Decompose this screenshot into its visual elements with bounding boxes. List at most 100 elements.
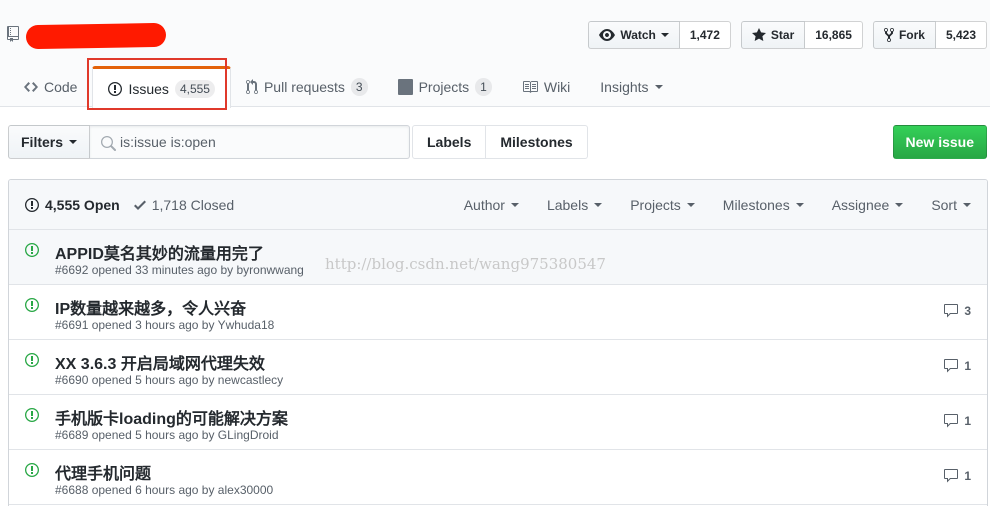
projects-count-badge: 1 (475, 77, 492, 96)
project-icon (397, 78, 413, 95)
eye-icon (599, 29, 616, 41)
caret-down-icon (686, 202, 695, 207)
redacted-repo-name (25, 22, 167, 50)
issue-opened-icon (25, 298, 39, 312)
caret-down-icon (963, 202, 971, 207)
labels-filter-label: Labels (546, 196, 589, 213)
filters-button[interactable]: Filters (8, 125, 91, 159)
tab-wiki[interactable]: Wiki (507, 66, 585, 107)
open-count: 4,555 Open (45, 196, 120, 213)
issue-states: 4,555 Open 1,718 Closed (25, 197, 234, 213)
comment-count: 3 (964, 304, 971, 318)
issue-row[interactable]: 代理手机问题 #6688 opened 6 hours ago by alex3… (9, 450, 987, 505)
assignee-filter[interactable]: Assignee (818, 197, 918, 213)
labels-milestones-group: Labels Milestones (412, 125, 588, 159)
pull-requests-count-badge: 3 (350, 77, 368, 96)
author-filter-label: Author (463, 196, 505, 213)
book-icon (522, 80, 538, 93)
milestones-filter-label: Milestones (722, 196, 790, 213)
check-icon (133, 200, 146, 210)
fork-label: Fork (898, 28, 925, 42)
star-icon (751, 28, 766, 41)
tab-pull-requests[interactable]: Pull requests 3 (231, 66, 383, 107)
labels-filter[interactable]: Labels (533, 197, 616, 213)
issue-opened-icon (25, 463, 39, 477)
issue-row[interactable]: XX 3.6.3 开启局域网代理失效 #6690 opened 5 hours … (9, 340, 987, 395)
closed-count: 1,718 Closed (151, 196, 235, 213)
tab-projects[interactable]: Projects 1 (383, 66, 507, 107)
tab-code-label: Code (44, 78, 78, 95)
caret-down-icon (654, 84, 663, 89)
issue-opened-icon (25, 408, 39, 422)
milestones-button[interactable]: Milestones (486, 125, 588, 159)
caret-down-icon (69, 140, 78, 144)
caret-down-icon (594, 202, 603, 207)
tab-pull-requests-label: Pull requests (263, 78, 345, 95)
issue-meta: #6691 opened 3 hours ago by Ywhuda18 (55, 318, 275, 332)
issue-search (90, 125, 411, 159)
comments-link[interactable]: 1 (943, 468, 971, 484)
milestones-filter[interactable]: Milestones (709, 197, 818, 213)
issue-opened-icon (25, 353, 39, 367)
tab-insights[interactable]: Insights (585, 66, 677, 107)
repo-actions: Watch 1,472 Star 16,865 Fork 5,423 (578, 21, 987, 49)
tab-projects-label: Projects (418, 78, 470, 95)
issues-list: 4,555 Open 1,718 Closed Author Labels Pr… (8, 179, 988, 506)
issue-meta: #6689 opened 5 hours ago by GLingDroid (55, 428, 279, 442)
open-issues-link[interactable]: 4,555 Open (25, 197, 120, 213)
issues-list-header: 4,555 Open 1,718 Closed Author Labels Pr… (9, 180, 987, 230)
pull-request-icon (245, 78, 258, 94)
search-input[interactable] (90, 126, 410, 158)
star-count[interactable]: 16,865 (805, 21, 863, 49)
sort-filter-label: Sort (931, 196, 957, 213)
issue-row[interactable]: 手机版卡loading的可能解决方案 #6689 opened 5 hours … (9, 395, 987, 450)
comment-icon (944, 414, 959, 428)
search-icon (101, 136, 117, 151)
tab-insights-label: Insights (600, 78, 649, 95)
caret-down-icon (895, 202, 904, 207)
tab-wiki-label: Wiki (543, 78, 571, 95)
assignee-filter-label: Assignee (831, 196, 890, 213)
fork-icon (883, 27, 894, 43)
watch-label: Watch (620, 28, 656, 42)
comment-icon (944, 359, 959, 373)
comment-icon (944, 304, 959, 318)
issue-title[interactable]: APPID莫名其妙的流量用完了 (55, 240, 264, 264)
issue-title[interactable]: IP数量越来越多，令人兴奋 (55, 295, 246, 319)
filters-label: Filters (21, 134, 64, 150)
filter-bar: Filters (8, 125, 411, 159)
issue-row[interactable]: APPID莫名其妙的流量用完了 #6692 opened 33 minutes … (9, 230, 987, 285)
watch-group: Watch 1,472 (588, 21, 731, 49)
star-button[interactable]: Star (740, 21, 806, 49)
comment-count: 1 (964, 469, 971, 483)
caret-down-icon (660, 33, 669, 37)
sort-filter[interactable]: Sort (917, 197, 971, 213)
projects-filter-label: Projects (630, 196, 681, 213)
comments-link[interactable]: 1 (943, 358, 971, 374)
star-label: Star (770, 28, 795, 42)
fork-button[interactable]: Fork (872, 21, 936, 49)
comments-link[interactable]: 3 (943, 303, 971, 319)
fork-group: Fork 5,423 (872, 21, 987, 49)
closed-issues-link[interactable]: 1,718 Closed (133, 196, 235, 213)
comments-link[interactable]: 1 (943, 413, 971, 429)
issues-filter-toolbar: Author Labels Projects Milestones Assign… (450, 197, 971, 213)
new-issue-button[interactable]: New issue (892, 125, 987, 159)
issue-title[interactable]: 代理手机问题 (55, 460, 151, 484)
watch-count[interactable]: 1,472 (679, 21, 731, 49)
projects-filter[interactable]: Projects (616, 197, 709, 213)
issue-opened-icon (25, 197, 39, 212)
labels-button[interactable]: Labels (412, 125, 487, 159)
issue-row[interactable]: IP数量越来越多，令人兴奋 #6691 opened 3 hours ago b… (9, 285, 987, 340)
star-group: Star 16,865 (740, 21, 863, 49)
fork-count[interactable]: 5,423 (935, 21, 987, 49)
comment-icon (944, 469, 959, 483)
issue-title[interactable]: XX 3.6.3 开启局域网代理失效 (55, 350, 265, 374)
tab-code[interactable]: Code (0, 66, 92, 107)
author-filter[interactable]: Author (450, 197, 533, 213)
issue-title[interactable]: 手机版卡loading的可能解决方案 (55, 405, 288, 429)
issue-opened-icon (25, 243, 39, 257)
watch-button[interactable]: Watch (588, 21, 680, 49)
comment-count: 1 (964, 359, 971, 373)
issue-meta: #6690 opened 5 hours ago by newcastlecy (55, 373, 284, 387)
